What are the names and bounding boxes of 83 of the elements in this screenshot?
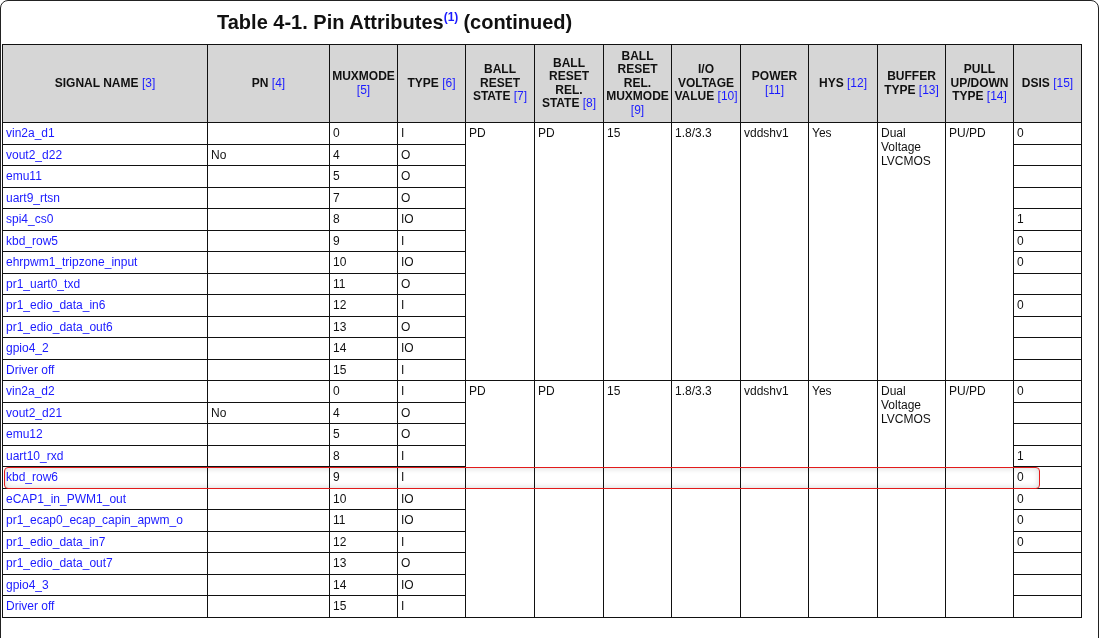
signal-link[interactable]: spi4_cs0 bbox=[6, 212, 54, 227]
signal-link[interactable]: gpio4_3 bbox=[6, 577, 49, 592]
table-title: Table 4-1. Pin Attributes bbox=[217, 11, 444, 34]
table-cell: Dual Voltage LVCMOS bbox=[877, 122, 946, 381]
table-cell: Yes bbox=[808, 380, 878, 617]
table-cell: 14 bbox=[329, 574, 398, 596]
table-cell: 9 bbox=[329, 230, 398, 252]
table-cell: 11 bbox=[329, 273, 398, 295]
footnote-link[interactable]: (1) bbox=[443, 10, 459, 24]
column-header: BALL RESET STATE [7] bbox=[465, 44, 535, 123]
table-cell: 15 bbox=[329, 359, 398, 381]
table-cell: 7 bbox=[329, 187, 398, 209]
column-header: BUFFER TYPE [13] bbox=[877, 44, 946, 123]
table-cell: 4 bbox=[329, 144, 398, 166]
table-cell: 8 bbox=[329, 445, 398, 467]
table-cell: Yes bbox=[808, 122, 878, 381]
column-header: TYPE [6] bbox=[397, 44, 466, 123]
table-cell: PU/PD bbox=[945, 380, 1014, 617]
signal-link[interactable]: vin2a_d1 bbox=[6, 126, 55, 141]
table-cell: PU/PD bbox=[945, 122, 1014, 381]
column-header: BALL RESET REL. STATE [8] bbox=[534, 44, 604, 123]
table-cell: 5 bbox=[329, 165, 398, 187]
table-cell: vddshv1 bbox=[740, 122, 809, 381]
column-header: I/O VOLTAGE VALUE [10] bbox=[671, 44, 741, 123]
table-cell: 1 bbox=[1013, 445, 1082, 467]
table-cell: 1 bbox=[1013, 208, 1082, 230]
signal-link[interactable]: vout2_d22 bbox=[6, 147, 63, 162]
table-title-suffix: (continued) bbox=[463, 11, 573, 34]
table-cell: 12 bbox=[329, 531, 398, 553]
table-cell: 15 bbox=[329, 595, 398, 617]
signal-link[interactable]: emu12 bbox=[6, 427, 43, 442]
table-cell: 0 bbox=[1013, 531, 1082, 553]
table-cell: 14 bbox=[329, 337, 398, 359]
table-cell: 5 bbox=[329, 423, 398, 445]
table-cell: PD bbox=[465, 122, 535, 381]
table-cell: 11 bbox=[329, 509, 398, 531]
column-header: PN [4] bbox=[207, 44, 330, 123]
column-header: MUXMODE [5] bbox=[329, 44, 398, 123]
signal-link[interactable]: uart10_rxd bbox=[6, 448, 64, 463]
table-cell: I bbox=[397, 122, 466, 144]
table-cell: 1.8/3.3 bbox=[671, 380, 741, 617]
table-cell: 0 bbox=[1013, 509, 1082, 531]
table-cell: 1.8/3.3 bbox=[671, 122, 741, 381]
table-cell: Dual Voltage LVCMOS bbox=[877, 380, 946, 617]
column-header: DSIS [15] bbox=[1013, 44, 1082, 123]
signal-link[interactable]: kbd_row5 bbox=[6, 233, 59, 248]
table-cell: No bbox=[207, 402, 330, 424]
column-header: HYS [12] bbox=[808, 44, 878, 123]
column-header: POWER [11] bbox=[740, 44, 809, 123]
signal-link[interactable]: vout2_d21 bbox=[6, 405, 63, 420]
table-cell: 0 bbox=[1013, 230, 1082, 252]
table-cell: No bbox=[207, 144, 330, 166]
column-header: SIGNAL NAME [3] bbox=[2, 44, 208, 123]
table-cell: PD bbox=[534, 380, 604, 617]
signal-link[interactable]: Driver off bbox=[6, 599, 55, 614]
table-cell: 8 bbox=[329, 208, 398, 230]
table-cell: PD bbox=[534, 122, 604, 381]
table-cell: 10 bbox=[329, 251, 398, 273]
column-header: PULL UP/DOWN TYPE [14] bbox=[945, 44, 1014, 123]
table-cell: 10 bbox=[329, 488, 398, 510]
table-cell: I bbox=[397, 380, 466, 402]
table-cell: 12 bbox=[329, 294, 398, 316]
table-cell: 0 bbox=[1013, 251, 1082, 273]
table-cell: 15 bbox=[603, 380, 672, 617]
table-cell: 0 bbox=[1013, 380, 1082, 402]
signal-link[interactable]: vin2a_d2 bbox=[6, 384, 55, 399]
table-cell: 4 bbox=[329, 402, 398, 424]
signal-link[interactable]: gpio4_2 bbox=[6, 341, 49, 356]
table-cell: 0 bbox=[1013, 294, 1082, 316]
table-cell: 15 bbox=[603, 122, 672, 381]
table-cell: 0 bbox=[329, 380, 398, 402]
table-cell: PD bbox=[465, 380, 535, 617]
table-cell: 0 bbox=[1013, 122, 1082, 144]
signal-link[interactable]: uart9_rtsn bbox=[6, 190, 61, 205]
table-cell: 0 bbox=[1013, 488, 1082, 510]
signal-link[interactable]: kbd_row6 bbox=[6, 470, 59, 485]
column-header: BALL RESET REL. MUXMODE [9] bbox=[603, 44, 672, 123]
signal-link[interactable]: Driver off bbox=[6, 362, 55, 377]
table-cell: vddshv1 bbox=[740, 380, 809, 617]
table-cell: 13 bbox=[329, 552, 398, 574]
signal-link[interactable]: emu11 bbox=[6, 169, 42, 184]
table-cell: 0 bbox=[329, 122, 398, 144]
table-cell: 13 bbox=[329, 316, 398, 338]
